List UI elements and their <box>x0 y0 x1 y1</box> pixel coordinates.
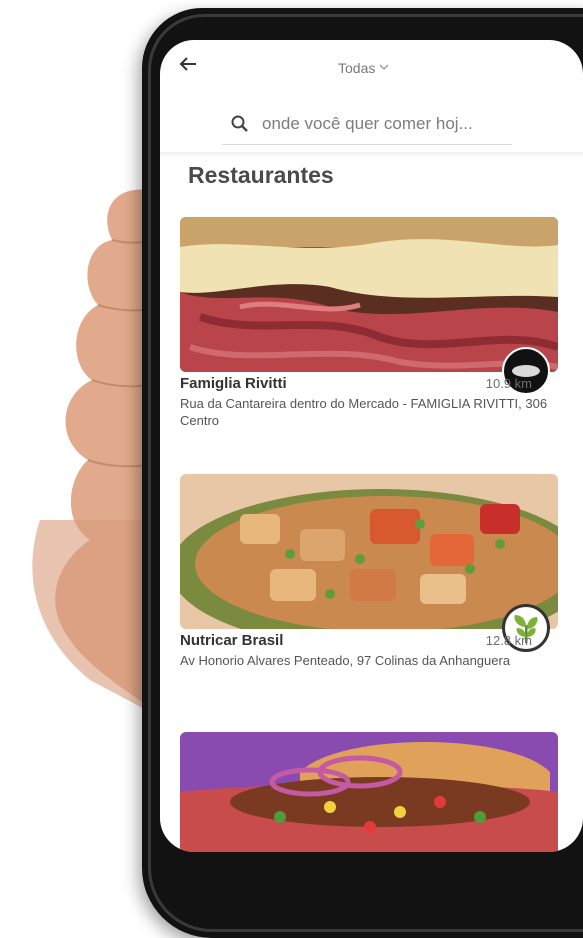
app-header: Todas <box>160 40 583 98</box>
chevron-down-icon <box>379 62 389 74</box>
category-filter-dropdown[interactable]: Todas <box>338 60 389 76</box>
restaurant-card[interactable]: Famiglia Rivitti 10.9 km Rua da Cantarei… <box>180 217 558 457</box>
restaurant-address: Av Honorio Alvares Penteado, 97 Colinas … <box>180 653 511 668</box>
section-title: Restaurantes <box>188 162 334 188</box>
back-arrow-icon[interactable] <box>178 54 200 76</box>
restaurant-image <box>180 474 558 629</box>
phone-screen: Todas Restaurantes <box>160 40 583 852</box>
header-divider <box>160 152 583 158</box>
restaurant-image <box>180 732 558 852</box>
search-bar[interactable] <box>222 104 512 145</box>
restaurant-name: Nutricar Brasil <box>180 632 284 649</box>
restaurant-card[interactable]: Nutricar Brasil 12.8 km Av Honorio Alvar… <box>180 474 558 714</box>
restaurant-card[interactable] <box>180 732 558 852</box>
restaurant-name: Famiglia Rivitti <box>180 375 287 392</box>
filter-label: Todas <box>338 60 376 76</box>
restaurant-image <box>180 217 558 372</box>
restaurant-distance: 10.9 km <box>485 376 532 391</box>
search-input[interactable] <box>260 113 512 135</box>
restaurant-distance: 12.8 km <box>485 633 532 648</box>
restaurant-address: Rua da Cantareira dentro do Mercado - FA… <box>180 396 548 428</box>
search-icon <box>230 114 250 134</box>
